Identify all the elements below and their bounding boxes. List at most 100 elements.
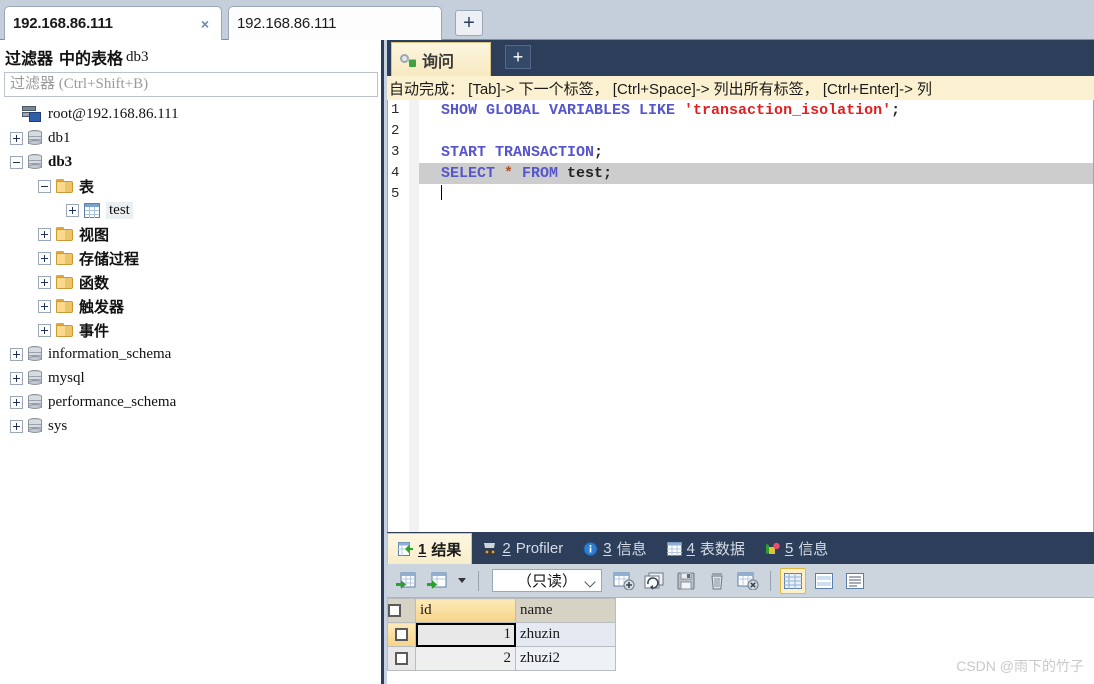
grid-view-icon[interactable] <box>780 567 806 594</box>
results-tab-number: 5 <box>784 540 794 557</box>
query-tab-active[interactable]: 询问 <box>391 42 491 76</box>
tree-expander-plus-icon[interactable] <box>38 299 51 313</box>
sql-code-line: START TRANSACTION; <box>419 142 1093 163</box>
tree-item-mysql[interactable]: mysql <box>0 366 384 390</box>
row-checkbox[interactable] <box>395 628 408 642</box>
tree-expander-minus-icon[interactable] <box>38 179 51 193</box>
sql-code-area[interactable]: SHOW GLOBAL VARIABLES LIKE 'transaction_… <box>419 100 1093 532</box>
tree-expander-plus-icon[interactable] <box>10 347 23 361</box>
row-selector-cell[interactable] <box>387 622 416 647</box>
record-mode-select[interactable]: （只读） <box>492 569 602 592</box>
sql-code-line <box>419 121 1093 142</box>
tree-item-procedures-folder[interactable]: 存储过程 <box>0 246 384 270</box>
filter-input[interactable] <box>4 72 378 97</box>
results-tab-3[interactable]: 3 信息 <box>573 533 656 564</box>
delete-record-icon[interactable] <box>704 568 730 594</box>
query-pane: 询问 + 自动完成： [Tab]-> 下一个标签， [Ctrl+Space]->… <box>387 40 1094 684</box>
tree-expander-minus-icon[interactable] <box>10 155 23 169</box>
results-tab-2[interactable]: 2 Profiler <box>472 533 573 564</box>
sql-token: * <box>504 165 514 182</box>
tree-item-label: 函数 <box>79 274 110 292</box>
grid-column-header[interactable]: id <box>415 598 516 623</box>
tree-expander-plus-icon[interactable] <box>66 203 79 217</box>
results-tab-bar[interactable]: 1 结果 2 Profiler 3 信息 4 表数据 5 信息 <box>387 532 1094 564</box>
query-tab-label: 询问 <box>422 53 455 71</box>
tree-expander-plus-icon[interactable] <box>38 227 51 241</box>
tree-expander-plus-icon[interactable] <box>10 131 23 145</box>
folder-icon <box>56 275 73 289</box>
sql-editor[interactable]: 1 2 3 4 5 SHOW GLOBAL VARIABLES LIKE 'tr… <box>387 100 1094 532</box>
row-checkbox[interactable] <box>395 652 408 666</box>
add-record-icon[interactable] <box>611 568 637 594</box>
tree-item-root-server[interactable]: root@192.168.86.111 <box>0 102 384 126</box>
apply-changes-icon[interactable] <box>673 568 699 594</box>
tree-item-label: 视图 <box>79 226 110 244</box>
tree-item-label: root@192.168.86.111 <box>48 105 179 122</box>
tree-item-sys[interactable]: sys <box>0 414 384 438</box>
table-icon <box>84 202 100 218</box>
tree-item-information-schema[interactable]: information_schema <box>0 342 384 366</box>
grid-cell[interactable]: 2 <box>415 646 516 671</box>
text-view-icon[interactable] <box>842 568 868 594</box>
grid-row[interactable]: 2 zhuzi2 <box>387 646 616 671</box>
tree-item-events-folder[interactable]: 事件 <box>0 318 384 342</box>
dropdown-caret-icon[interactable] <box>455 568 469 594</box>
row-selector-cell[interactable] <box>387 646 416 671</box>
grid-row[interactable]: 1 zhuzin <box>387 622 616 647</box>
results-tab-4[interactable]: 4 表数据 <box>657 533 755 564</box>
import-wizard-icon[interactable] <box>393 568 419 594</box>
connection-tab-active[interactable]: 192.168.86.111 × <box>4 6 222 40</box>
line-number: 1 <box>391 102 400 118</box>
tree-expander-plus-icon[interactable] <box>10 371 23 385</box>
database-tree[interactable]: root@192.168.86.111 db1 db3 表 test 视图 存储… <box>0 102 384 682</box>
tree-item-triggers-folder[interactable]: 触发器 <box>0 294 384 318</box>
add-connection-tab-button[interactable]: + <box>455 10 483 36</box>
results-grid[interactable]: id name 1 zhuzin 2 zhuzi2 <box>387 598 616 671</box>
refresh-record-icon[interactable] <box>642 568 668 594</box>
tree-item-label: performance_schema <box>48 393 177 410</box>
tree-expander-plus-icon[interactable] <box>10 419 23 433</box>
database-icon <box>28 418 42 434</box>
tree-expander-plus-icon[interactable] <box>38 323 51 337</box>
tree-item-label: 触发器 <box>79 298 125 316</box>
select-all-cell[interactable] <box>387 598 416 623</box>
filter-header-db: db3 <box>126 48 149 65</box>
results-tab-label: Profiler <box>515 540 564 557</box>
status-icon <box>765 542 780 556</box>
tree-item-db3[interactable]: db3 <box>0 150 384 174</box>
results-tab-5[interactable]: 5 信息 <box>755 533 838 564</box>
query-tab-strip: 询问 + <box>387 40 1094 76</box>
tree-item-performance-schema[interactable]: performance_schema <box>0 390 384 414</box>
sql-code-line: SELECT * FROM test; <box>419 163 1093 184</box>
filter-header-middle: 中的表格 <box>59 51 124 68</box>
line-number: 5 <box>391 186 400 202</box>
tree-item-tables-folder[interactable]: 表 <box>0 174 384 198</box>
tree-item-views-folder[interactable]: 视图 <box>0 222 384 246</box>
connection-tab-inactive[interactable]: 192.168.86.111 <box>228 6 442 40</box>
sql-token: test <box>567 165 604 182</box>
folder-icon <box>56 227 73 241</box>
results-tab-label: 表数据 <box>699 541 745 558</box>
grid-cell[interactable]: zhuzin <box>515 622 616 647</box>
export-wizard-icon[interactable] <box>424 568 450 594</box>
tree-expander-plus-icon[interactable] <box>10 395 23 409</box>
add-query-tab-button[interactable]: + <box>505 45 531 69</box>
autocomplete-hint-bar: 自动完成： [Tab]-> 下一个标签， [Ctrl+Space]-> 列出所有… <box>387 76 1094 100</box>
select-all-checkbox[interactable] <box>388 604 401 618</box>
grid-cell[interactable]: zhuzi2 <box>515 646 616 671</box>
grid-cell[interactable]: 1 <box>415 622 516 647</box>
close-icon[interactable]: × <box>197 17 213 31</box>
tree-item-db1[interactable]: db1 <box>0 126 384 150</box>
tree-expander-plus-icon[interactable] <box>38 275 51 289</box>
tree-item-functions-folder[interactable]: 函数 <box>0 270 384 294</box>
line-number: 2 <box>391 123 400 139</box>
grid-column-header[interactable]: name <box>515 598 616 623</box>
results-tab-1[interactable]: 1 结果 <box>387 533 473 564</box>
tree-item-table-test[interactable]: test <box>0 198 384 222</box>
tree-expander-plus-icon[interactable] <box>38 251 51 265</box>
discard-changes-icon[interactable] <box>735 568 761 594</box>
form-view-icon[interactable] <box>811 568 837 594</box>
database-icon <box>28 370 42 386</box>
server-icon <box>22 105 42 123</box>
sql-token: ; <box>603 165 613 182</box>
